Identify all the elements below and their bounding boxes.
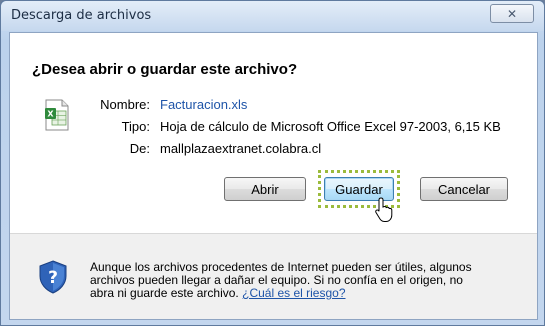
warning-area: ? Aunque los archivos procedentes de Int… — [10, 233, 537, 319]
file-name-link[interactable]: Facturacion.xls — [160, 97, 247, 112]
close-button[interactable]: ✕ — [490, 4, 534, 23]
from-label: De: — [129, 141, 150, 156]
risk-link[interactable]: ¿Cuál es el riesgo? — [242, 286, 345, 300]
download-dialog-window: Descarga de archivos ✕ ¿Desea abrir o gu… — [0, 0, 545, 326]
shield-question-icon: ? — [39, 260, 67, 294]
dialog-body: ¿Desea abrir o guardar este archivo? X N… — [9, 32, 538, 320]
close-icon: ✕ — [506, 6, 518, 21]
window-title: Descarga de archivos — [11, 8, 152, 23]
type-label: Tipo: — [121, 119, 150, 134]
mouse-cursor-icon — [375, 197, 393, 222]
cancel-button[interactable]: Cancelar — [420, 177, 508, 201]
svg-text:?: ? — [48, 268, 58, 288]
file-type-value: Hoja de cálculo de Microsoft Office Exce… — [160, 119, 501, 134]
name-label: Nombre: — [100, 97, 150, 112]
security-warning: Aunque los archivos procedentes de Inter… — [90, 261, 490, 300]
open-button[interactable]: Abrir — [224, 177, 306, 201]
title-bar[interactable]: Descarga de archivos ✕ — [1, 1, 544, 31]
file-source-value: mallplazaextranet.colabra.cl — [160, 141, 322, 156]
dialog-question: ¿Desea abrir o guardar este archivo? — [32, 61, 298, 78]
